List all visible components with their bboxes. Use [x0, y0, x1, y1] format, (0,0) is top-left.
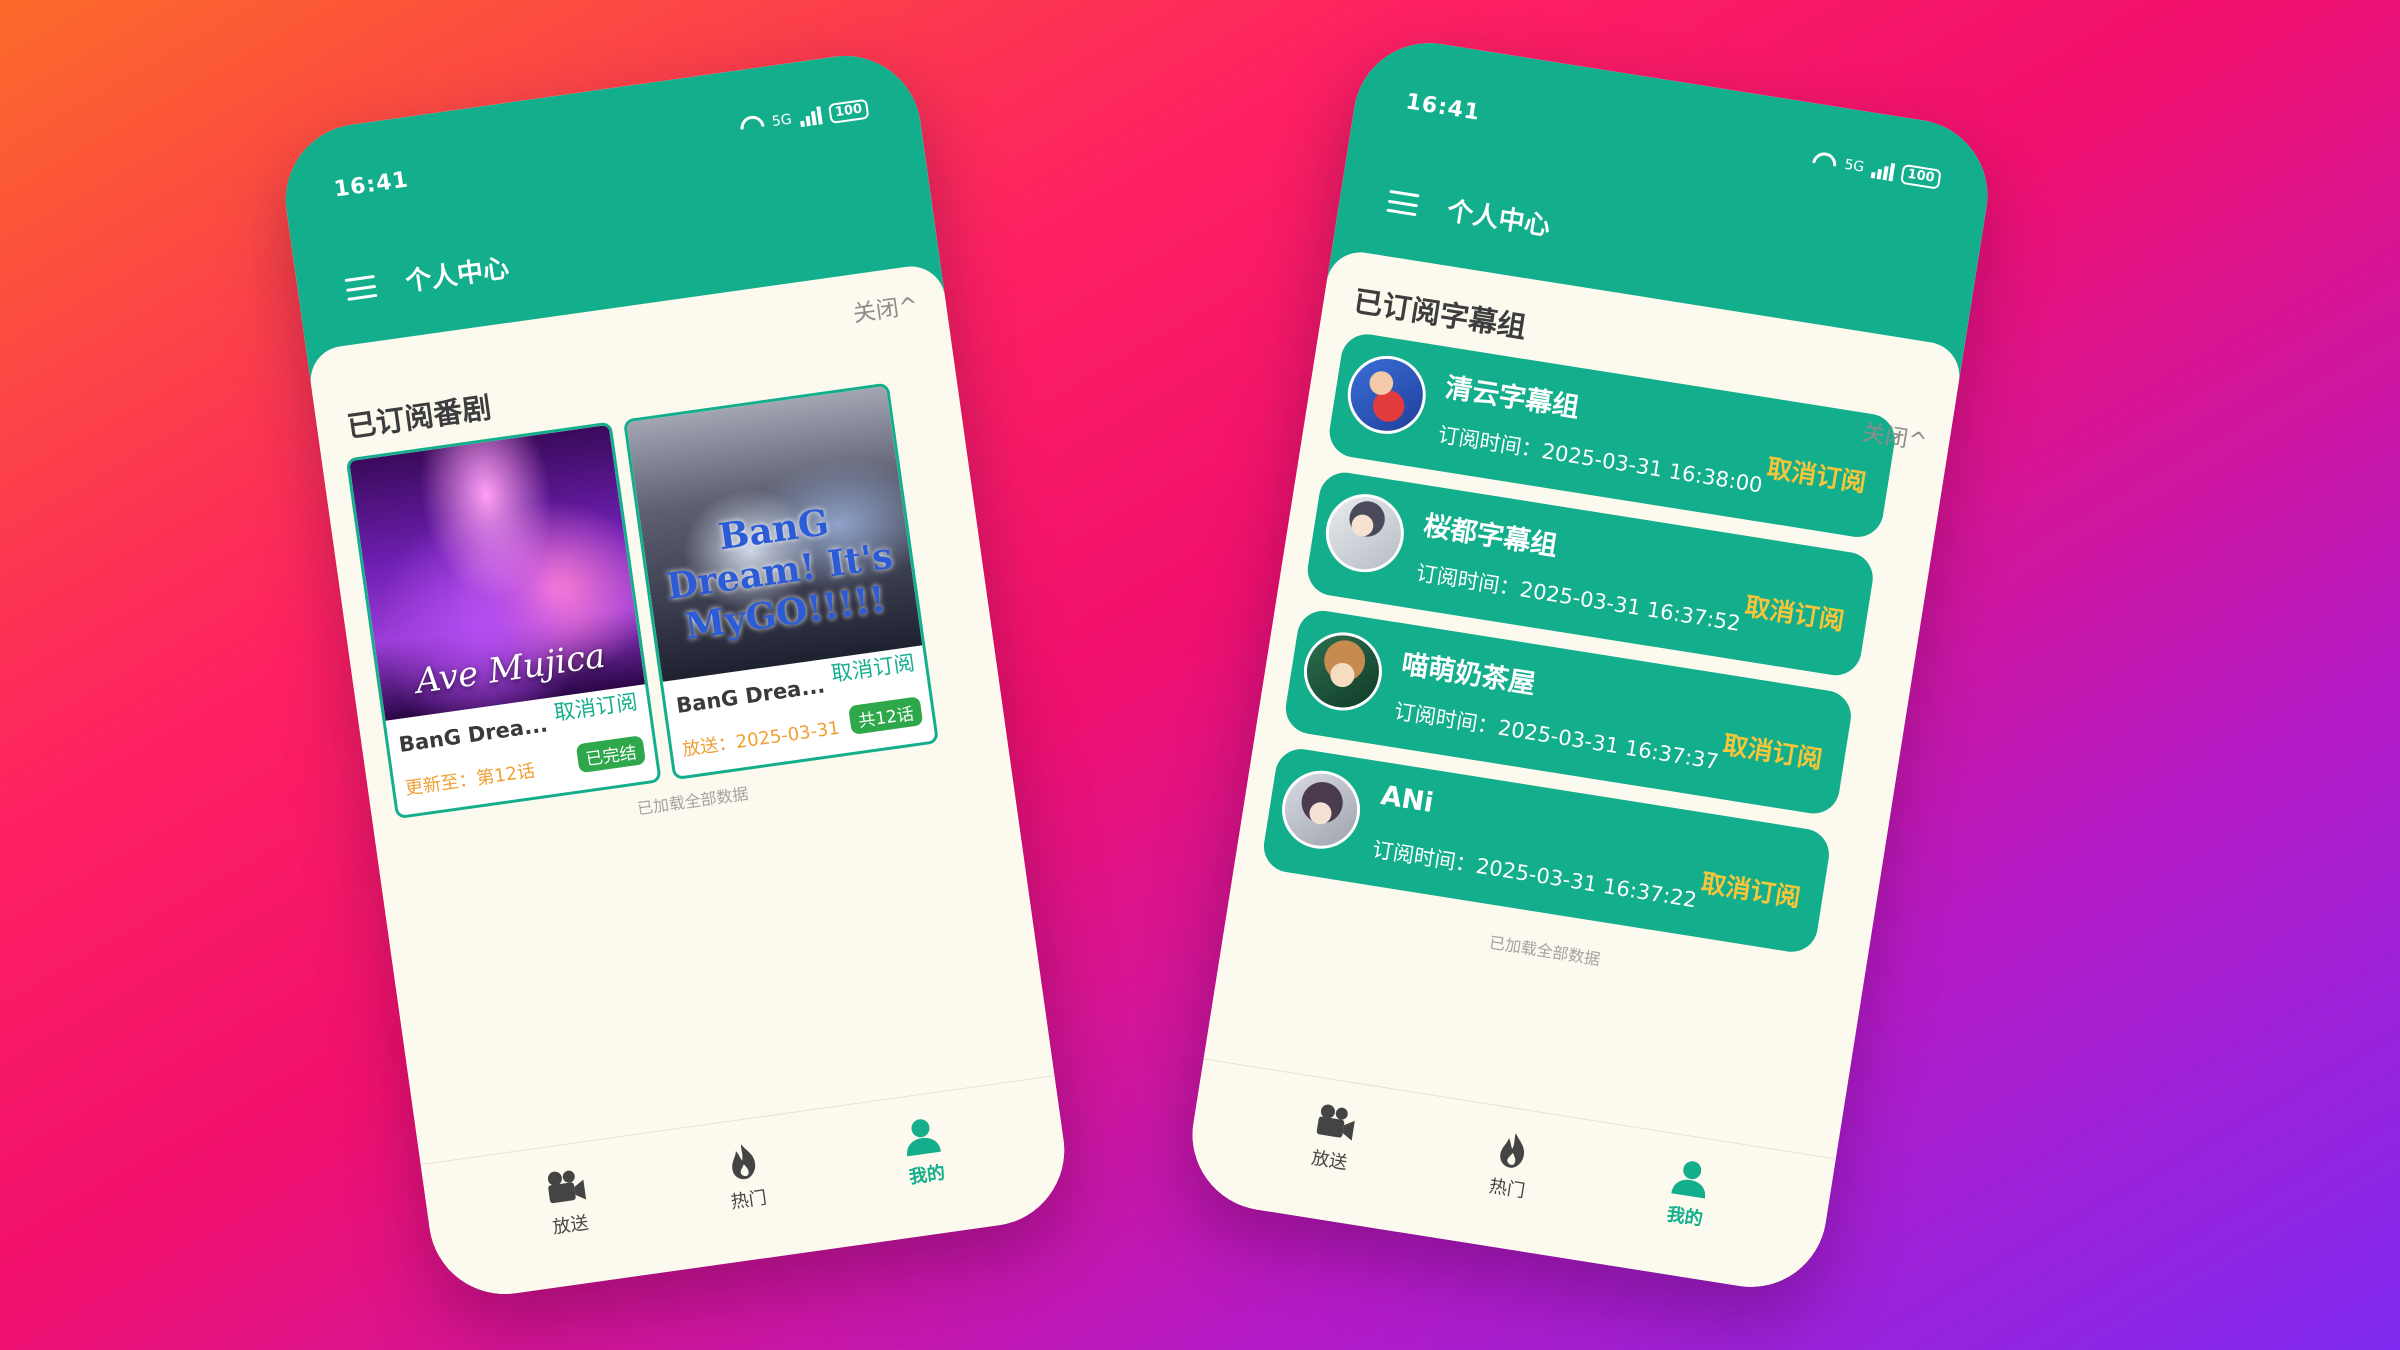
tab-label: 我的 [1665, 1203, 1705, 1231]
subscribe-time: 订阅时间：2025-03-31 16:38:00 [1436, 422, 1765, 498]
camera-icon [547, 1170, 587, 1204]
tab-mine[interactable]: 我的 [850, 1108, 998, 1197]
status-badge: 已完结 [575, 735, 647, 774]
battery-icon: 100 [827, 98, 870, 124]
tab-mine[interactable]: 我的 [1614, 1148, 1763, 1239]
status-time: 16:41 [1403, 89, 1482, 126]
section-title: 已订阅番剧 [344, 390, 494, 445]
subscribe-time: 订阅时间：2025-03-31 16:37:22 [1370, 837, 1699, 913]
menu-icon[interactable] [1386, 189, 1420, 217]
battery-icon: 100 [1899, 163, 1942, 190]
anime-card[interactable]: BanG Dream! It's MyGO!!!!! 取消订阅 BanG Dre… [622, 382, 940, 781]
group-name: 清云字幕组 [1443, 372, 1582, 424]
unsubscribe-button[interactable]: 取消订阅 [1721, 725, 1825, 776]
fire-icon [732, 1144, 756, 1180]
anime-title: BanG Drea... [674, 673, 827, 718]
subscribe-time: 订阅时间：2025-03-31 16:37:52 [1414, 560, 1743, 636]
user-icon [1671, 1161, 1706, 1199]
anime-meta: 放送：2025-03-31 [681, 717, 842, 761]
wifi-icon [739, 114, 765, 135]
unsubscribe-button[interactable]: 取消订阅 [1743, 587, 1847, 638]
unsubscribe-button[interactable]: 取消订阅 [1764, 449, 1868, 500]
group-name: 喵萌奶茶屋 [1399, 648, 1538, 701]
anime-cover[interactable]: Ave Mujica [349, 424, 645, 721]
menu-icon[interactable] [344, 274, 378, 301]
tab-label: 热门 [729, 1187, 769, 1214]
group-name: 桜都字幕组 [1421, 510, 1560, 563]
anime-meta: 更新至：第12话 [403, 760, 537, 800]
avatar [1320, 488, 1410, 578]
app-title: 个人中心 [403, 253, 511, 298]
tab-broadcast[interactable]: 放送 [1258, 1092, 1407, 1183]
fire-icon [1500, 1133, 1524, 1168]
avatar [1276, 765, 1366, 855]
tab-hot[interactable]: 热门 [1436, 1120, 1585, 1211]
avatar [1342, 350, 1432, 440]
anime-cover[interactable]: BanG Dream! It's MyGO!!!!! [626, 385, 923, 682]
tab-label: 放送 [1309, 1147, 1349, 1174]
status-icons: 5G 100 [1811, 150, 1942, 190]
episode-badge: 共12话 [848, 696, 924, 735]
tab-label: 我的 [907, 1162, 947, 1189]
subscribe-time: 订阅时间：2025-03-31 16:37:37 [1392, 699, 1721, 775]
wifi-icon [1811, 151, 1838, 173]
unsubscribe-button[interactable]: 取消订阅 [1699, 863, 1803, 914]
cover-logo: BanG Dream! It's MyGO!!!!! [663, 501, 896, 648]
collapse-button[interactable]: 关闭^ [851, 286, 920, 329]
tab-hot[interactable]: 热门 [671, 1133, 819, 1222]
signal-icon [1870, 160, 1896, 182]
camera-icon [1316, 1104, 1355, 1141]
user-icon [907, 1119, 941, 1157]
anime-title: BanG Drea... [397, 712, 550, 757]
status-time: 16:41 [332, 167, 411, 203]
phone-right: 16:41 5G 100 个人中心 已订阅字幕组 清云字幕组 订阅时间：2025… [1181, 32, 1999, 1298]
tab-label: 放送 [551, 1212, 590, 1239]
tab-label: 热门 [1487, 1175, 1527, 1203]
phone-left: 16:41 5G 100 个人中心 关闭^ 已订阅番剧 Ave Mujica 取… [276, 46, 1074, 1304]
signal-icon [798, 106, 823, 128]
anime-card[interactable]: Ave Mujica 取消订阅 BanG Drea... 更新至：第12话 已完… [345, 421, 662, 820]
network-label: 5G [1843, 156, 1866, 176]
app-title: 个人中心 [1444, 196, 1553, 243]
status-icons: 5G 100 [739, 98, 870, 137]
avatar [1298, 626, 1388, 717]
tab-broadcast[interactable]: 放送 [493, 1158, 641, 1247]
network-label: 5G [770, 111, 793, 131]
group-name: ANi [1378, 780, 1436, 819]
